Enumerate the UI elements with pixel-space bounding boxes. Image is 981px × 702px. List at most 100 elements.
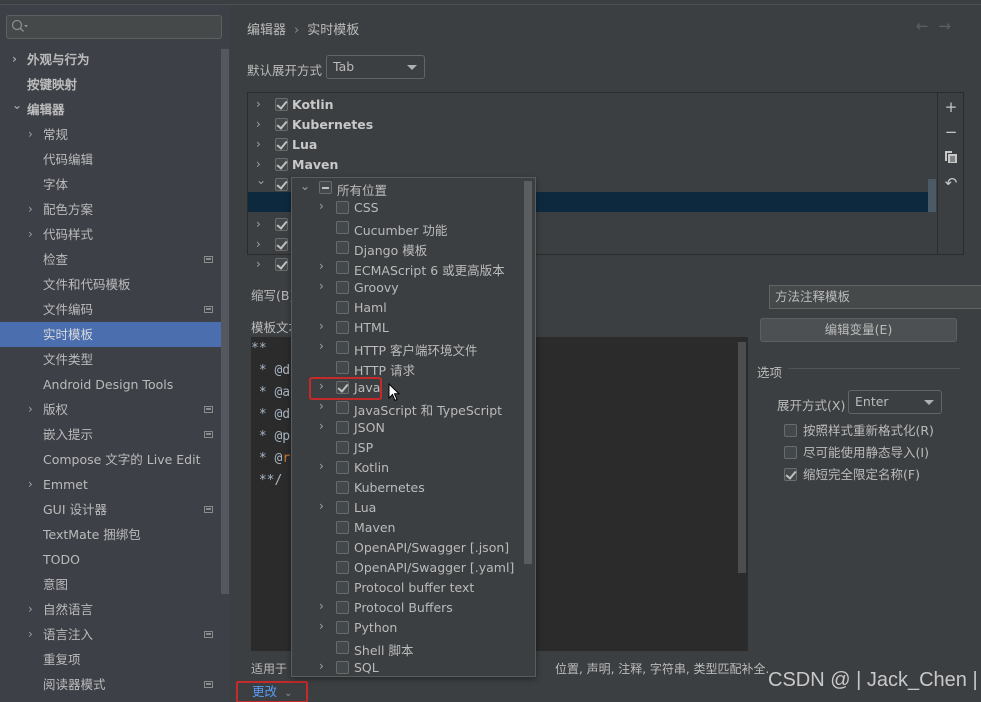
sidebar-item[interactable]: › Emmet: [0, 472, 229, 497]
sidebar-item[interactable]: 按键映射: [0, 72, 229, 97]
chevron-right-icon[interactable]: ›: [256, 237, 261, 251]
context-item[interactable]: › HTTP 客户端环境文件: [292, 338, 522, 358]
context-item[interactable]: › JavaScript 和 TypeScript: [292, 398, 522, 418]
chevron-right-icon[interactable]: ›: [256, 257, 261, 271]
context-item[interactable]: Shell 脚本: [292, 638, 522, 658]
sidebar-item[interactable]: ⌄ 编辑器: [0, 97, 229, 122]
context-root-row[interactable]: ⌄ 所有位置: [292, 178, 522, 198]
chevron-right-icon[interactable]: ›: [28, 197, 38, 222]
context-checkbox[interactable]: [336, 361, 349, 374]
remove-icon[interactable]: −: [944, 125, 958, 140]
context-root-checkbox[interactable]: [319, 181, 332, 194]
template-group-row[interactable]: › Maven: [248, 155, 938, 175]
context-item[interactable]: JSP: [292, 438, 522, 458]
context-checkbox[interactable]: [336, 241, 349, 254]
context-item[interactable]: › CSS: [292, 198, 522, 218]
context-checkbox[interactable]: [336, 581, 349, 594]
context-item[interactable]: › ECMAScript 6 或更高版本: [292, 258, 522, 278]
option-checkbox[interactable]: [784, 446, 797, 459]
context-checkbox[interactable]: [336, 421, 349, 434]
context-item[interactable]: Cucumber 功能: [292, 218, 522, 238]
context-item[interactable]: › Python: [292, 618, 522, 638]
breadcrumb-item-editor[interactable]: 编辑器: [247, 23, 286, 38]
sidebar-scrollbar[interactable]: [221, 49, 229, 594]
context-item[interactable]: › HTML: [292, 318, 522, 338]
restore-icon[interactable]: ↶: [944, 176, 958, 191]
context-checkbox[interactable]: [336, 641, 349, 654]
template-tree-scrollbar[interactable]: [928, 179, 936, 212]
context-item[interactable]: › Lua: [292, 498, 522, 518]
context-item[interactable]: OpenAPI/Swagger [.yaml]: [292, 558, 522, 578]
sidebar-item[interactable]: 文件和代码模板: [0, 272, 229, 297]
option-checkbox[interactable]: [784, 424, 797, 437]
context-item[interactable]: › JSON: [292, 418, 522, 438]
context-item[interactable]: › Protocol Buffers: [292, 598, 522, 618]
context-checkbox[interactable]: [336, 481, 349, 494]
template-group-checkbox[interactable]: [275, 258, 288, 271]
context-checkbox[interactable]: [336, 321, 349, 334]
context-item[interactable]: OpenAPI/Swagger [.json]: [292, 538, 522, 558]
chevron-right-icon[interactable]: ›: [319, 499, 324, 513]
context-checkbox[interactable]: [336, 621, 349, 634]
context-checkbox[interactable]: [336, 301, 349, 314]
context-item[interactable]: Protocol buffer text: [292, 578, 522, 598]
template-group-checkbox[interactable]: [275, 178, 288, 191]
sidebar-item[interactable]: 文件类型: [0, 347, 229, 372]
arrow-right-icon[interactable]: →: [938, 17, 961, 35]
chevron-right-icon[interactable]: ›: [28, 622, 38, 647]
option-checkbox-row[interactable]: 尽可能使用静态导入(I): [784, 442, 929, 461]
sidebar-item[interactable]: 意图: [0, 572, 229, 597]
chevron-right-icon[interactable]: ›: [319, 339, 324, 353]
context-checkbox[interactable]: [336, 461, 349, 474]
chevron-right-icon[interactable]: ›: [12, 47, 22, 72]
option-checkbox[interactable]: [784, 468, 797, 481]
context-item[interactable]: Haml: [292, 298, 522, 318]
template-group-checkbox[interactable]: [275, 238, 288, 251]
context-item[interactable]: › Groovy: [292, 278, 522, 298]
sidebar-item[interactable]: › 版权: [0, 397, 229, 422]
sidebar-item[interactable]: 代码编辑: [0, 147, 229, 172]
context-checkbox[interactable]: [336, 661, 349, 674]
editor-scrollbar[interactable]: [738, 342, 746, 573]
context-checkbox[interactable]: [336, 221, 349, 234]
sidebar-item[interactable]: 文件编码: [0, 297, 229, 322]
sidebar-item[interactable]: › 常规: [0, 122, 229, 147]
template-group-row[interactable]: › Lua: [248, 135, 938, 155]
template-group-row[interactable]: › Kubernetes: [248, 115, 938, 135]
add-icon[interactable]: +: [944, 100, 958, 115]
expand-with-select[interactable]: Enter: [848, 390, 942, 414]
chevron-right-icon[interactable]: ›: [319, 459, 324, 473]
template-group-checkbox[interactable]: [275, 118, 288, 131]
sidebar-item[interactable]: TODO: [0, 547, 229, 572]
sidebar-item[interactable]: 阅读器模式: [0, 672, 229, 697]
chevron-right-icon[interactable]: ›: [319, 199, 324, 213]
change-contexts-link[interactable]: 更改 ⌄: [236, 681, 308, 702]
chevron-right-icon[interactable]: ›: [319, 419, 324, 433]
option-checkbox-row[interactable]: 缩短完全限定名称(F): [784, 464, 920, 483]
context-checkbox[interactable]: [336, 501, 349, 514]
chevron-right-icon[interactable]: ›: [319, 399, 324, 413]
chevron-right-icon[interactable]: ›: [319, 659, 324, 673]
chevron-right-icon[interactable]: ›: [28, 597, 38, 622]
chevron-down-icon[interactable]: ⌄: [256, 173, 266, 187]
chevron-right-icon[interactable]: ›: [28, 472, 38, 497]
sidebar-item[interactable]: › 语言注入: [0, 622, 229, 647]
context-checkbox[interactable]: [336, 201, 349, 214]
chevron-right-icon[interactable]: ›: [319, 319, 324, 333]
sidebar-item[interactable]: 实时模板: [0, 322, 229, 347]
template-group-checkbox[interactable]: [275, 218, 288, 231]
context-checkbox[interactable]: [336, 541, 349, 554]
context-item[interactable]: Django 模板: [292, 238, 522, 258]
sidebar-item[interactable]: › 自然语言: [0, 597, 229, 622]
chevron-down-icon[interactable]: ⌄: [300, 179, 310, 193]
sidebar-item[interactable]: TextMate 捆绑包: [0, 522, 229, 547]
chevron-right-icon[interactable]: ›: [319, 619, 324, 633]
chevron-right-icon[interactable]: ›: [319, 259, 324, 273]
sidebar-item[interactable]: 重复项: [0, 647, 229, 672]
context-checkbox[interactable]: [336, 521, 349, 534]
chevron-right-icon[interactable]: ›: [256, 157, 261, 171]
chevron-right-icon[interactable]: ›: [28, 122, 38, 147]
context-checkbox[interactable]: [336, 261, 349, 274]
chevron-right-icon[interactable]: ›: [256, 97, 261, 111]
sidebar-item[interactable]: 字体: [0, 172, 229, 197]
